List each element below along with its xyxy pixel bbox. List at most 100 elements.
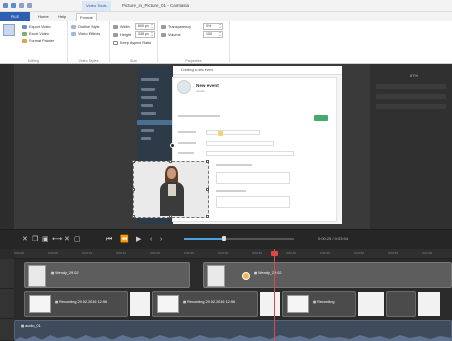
timecode: 0:00:25 / 0:03:04 — [318, 236, 349, 241]
preview-text-line — [178, 131, 196, 133]
tab-file[interactable]: FILE — [0, 12, 30, 21]
resize-handle[interactable] — [206, 188, 209, 191]
resize-handle[interactable] — [169, 160, 172, 163]
clip-label: Wendy_29.02 — [51, 271, 78, 275]
crop-icon[interactable]: ▢ — [74, 236, 81, 243]
ruler-tick: 0:00:45 — [320, 251, 331, 255]
timeline-tracks: Wendy_29.02 Wendy_29.02 Recording 29.02.… — [0, 259, 452, 341]
resize-handle[interactable] — [132, 160, 135, 163]
clip-thumbnail — [287, 295, 309, 313]
undo-icon[interactable] — [19, 3, 24, 8]
resize-handle[interactable] — [132, 188, 135, 191]
save-icon[interactable] — [11, 3, 16, 8]
resize-handle[interactable] — [206, 215, 209, 218]
preview-field — [206, 141, 274, 146]
cut-icon[interactable]: ✕ — [22, 236, 28, 243]
rewind-icon[interactable]: ⏪ — [120, 236, 129, 243]
preview-nav-item — [141, 129, 154, 132]
video-clip[interactable]: Wendy_29.02 — [203, 262, 452, 288]
window-title: Picture_in_Picture_01 - Camtasia — [122, 3, 190, 8]
preview-field — [206, 151, 294, 156]
outline-style-button[interactable]: Outline Style — [71, 24, 100, 30]
picture-in-picture-video[interactable] — [132, 160, 209, 218]
ruler-tick: 0:00:50 — [354, 251, 365, 255]
ruler-tick: 0:00:30 — [218, 251, 229, 255]
resize-handle[interactable] — [169, 215, 172, 218]
keep-aspect-ratio-checkbox[interactable]: Keep Aspect Ratio — [113, 40, 151, 46]
screen-recording-clip[interactable] — [386, 291, 416, 317]
screen-thumbnail-strip — [260, 292, 280, 316]
panel-row — [376, 94, 446, 99]
tab-home[interactable]: Home — [38, 13, 49, 21]
ribbon: Export Video Excel Video Format Painter … — [0, 21, 452, 64]
redo-icon[interactable] — [27, 3, 32, 8]
preview-avatar — [177, 80, 191, 94]
playhead-handle[interactable] — [271, 251, 278, 256]
preview-text-line — [216, 164, 252, 166]
right-panel — [370, 64, 452, 229]
tab-format[interactable]: Format — [76, 13, 97, 21]
zoom-level[interactable]: 67% — [410, 73, 418, 78]
delete-icon[interactable]: ✕ — [64, 236, 70, 243]
screen-thumbnail-strip — [358, 292, 384, 316]
screen-recording-clip[interactable]: Recording 29.02.2016 12:56 — [152, 291, 258, 317]
group-label-editing: Editing — [28, 59, 39, 63]
scrub-knob[interactable] — [222, 236, 226, 241]
copy-icon[interactable]: ❐ — [32, 236, 38, 243]
preview-text-line — [178, 142, 196, 144]
clip-label: Wendy_29.02 — [254, 271, 281, 275]
track-header-screen[interactable] — [0, 289, 14, 319]
ruler-tick: 0:00:15 — [116, 251, 127, 255]
width-spinner[interactable]: 600 px — [135, 23, 155, 30]
presenter-shirt — [168, 184, 176, 196]
app-icon — [3, 3, 8, 8]
split-icon[interactable]: ⟷ — [52, 236, 62, 243]
checkbox-icon — [113, 41, 118, 45]
playhead[interactable] — [274, 249, 275, 341]
timeline-ruler[interactable]: 0:00:00 0:00:05 0:00:10 0:00:15 0:00:20 … — [14, 249, 452, 259]
format-painter-button[interactable]: Format Painter — [22, 38, 54, 44]
screen-recording-clip[interactable]: Recording 29.02.2016 12:56 — [24, 291, 128, 317]
width-icon — [113, 25, 118, 29]
panel-row — [376, 84, 446, 89]
clip-label: Recording 29.02.2016 12:56 — [55, 300, 107, 304]
tab-help[interactable]: Help — [58, 13, 66, 21]
track-header-video[interactable] — [0, 259, 14, 289]
preview-field — [206, 130, 260, 135]
ruler-tick: 0:00:20 — [150, 251, 161, 255]
ruler-tick: 0:00:25 — [184, 251, 195, 255]
panel-row — [376, 104, 446, 109]
play-icon[interactable]: ▶ — [136, 236, 141, 243]
ribbon-group-size: Width 600 px Height 338 px Keep Aspect R… — [110, 21, 158, 64]
export-video-button[interactable]: Export Video — [22, 24, 51, 30]
height-spinner[interactable]: 338 px — [135, 31, 155, 38]
excel-icon — [22, 32, 27, 36]
change-video-icon[interactable] — [3, 24, 15, 36]
preview-textarea — [216, 172, 290, 184]
step-forward-icon[interactable]: › — [160, 236, 162, 243]
preview-nav-item — [141, 78, 159, 81]
clip-label: audio_01 — [21, 324, 41, 328]
video-clip[interactable]: Wendy_29.02 — [24, 262, 190, 288]
ribbon-group-properties: Transparency 0% Volume 100 Properties — [158, 21, 230, 64]
group-label-size: Size — [130, 59, 137, 63]
preview-color-swatch — [218, 131, 223, 136]
step-back-icon[interactable]: ‹ — [150, 236, 152, 243]
effect-marker-icon[interactable] — [242, 272, 250, 280]
volume-spinner[interactable]: 100 — [203, 31, 223, 38]
transparency-spinner[interactable]: 0% — [203, 23, 223, 30]
resize-handle[interactable] — [206, 160, 209, 163]
ruler-tick: 0:01:00 — [422, 251, 433, 255]
group-label-video-styles: Video Styles — [78, 59, 99, 63]
screen-recording-clip[interactable]: Recording — [282, 291, 356, 317]
excel-video-button[interactable]: Excel Video — [22, 31, 49, 37]
resize-handle[interactable] — [132, 215, 135, 218]
video-effects-button[interactable]: Video Effects — [71, 31, 100, 37]
audio-waveform — [14, 335, 452, 341]
export-icon — [22, 25, 27, 29]
outline-icon — [71, 25, 76, 29]
previous-icon[interactable]: ⏮ — [106, 236, 112, 243]
track-header-audio[interactable] — [0, 319, 14, 341]
paste-icon[interactable]: ▣ — [42, 236, 49, 243]
preview-nav-item — [141, 137, 151, 140]
